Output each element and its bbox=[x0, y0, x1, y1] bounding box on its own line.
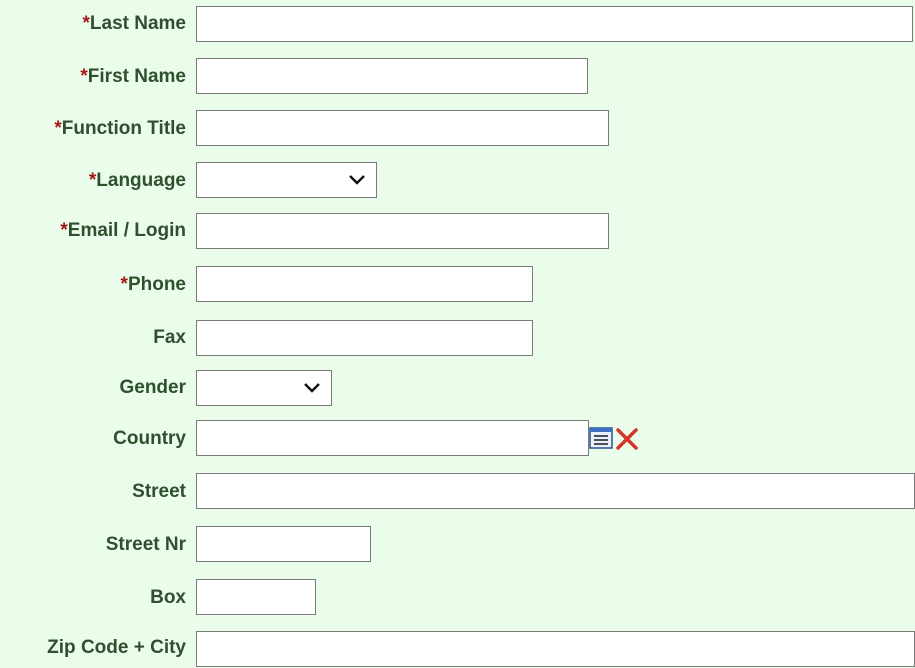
street-nr-input[interactable] bbox=[196, 526, 371, 562]
list-lookup-icon[interactable] bbox=[589, 427, 613, 449]
label-last-name: *Last Name bbox=[82, 13, 186, 34]
gender-select[interactable] bbox=[196, 370, 332, 406]
required-marker: * bbox=[120, 274, 128, 295]
clear-x-icon[interactable] bbox=[614, 426, 640, 452]
label-box: Box bbox=[150, 587, 186, 608]
label-fax: Fax bbox=[153, 327, 186, 348]
first-name-input[interactable] bbox=[196, 58, 588, 94]
zip-city-input[interactable] bbox=[196, 631, 915, 667]
function-title-input[interactable] bbox=[196, 110, 609, 146]
phone-input[interactable] bbox=[196, 266, 533, 302]
label-zip-city: Zip Code + City bbox=[47, 637, 186, 658]
label-first-name: *First Name bbox=[80, 66, 186, 87]
required-marker: * bbox=[54, 118, 62, 139]
label-language: *Language bbox=[88, 170, 186, 191]
label-phone: *Phone bbox=[120, 274, 186, 295]
required-marker: * bbox=[80, 66, 88, 87]
last-name-input[interactable] bbox=[196, 6, 913, 42]
chevron-down-icon bbox=[304, 383, 320, 393]
label-gender: Gender bbox=[119, 377, 186, 398]
required-marker: * bbox=[60, 220, 68, 241]
chevron-down-icon bbox=[349, 175, 365, 185]
label-email-login: *Email / Login bbox=[60, 220, 186, 241]
language-select[interactable] bbox=[196, 162, 377, 198]
label-street-nr: Street Nr bbox=[105, 534, 186, 555]
country-input[interactable] bbox=[196, 420, 589, 456]
required-marker: * bbox=[82, 13, 90, 34]
label-function-title: *Function Title bbox=[54, 118, 186, 139]
email-login-input[interactable] bbox=[196, 213, 609, 249]
fax-input[interactable] bbox=[196, 320, 533, 356]
label-country: Country bbox=[113, 428, 186, 449]
label-street: Street bbox=[132, 481, 186, 502]
box-input[interactable] bbox=[196, 579, 316, 615]
street-input[interactable] bbox=[196, 473, 915, 509]
